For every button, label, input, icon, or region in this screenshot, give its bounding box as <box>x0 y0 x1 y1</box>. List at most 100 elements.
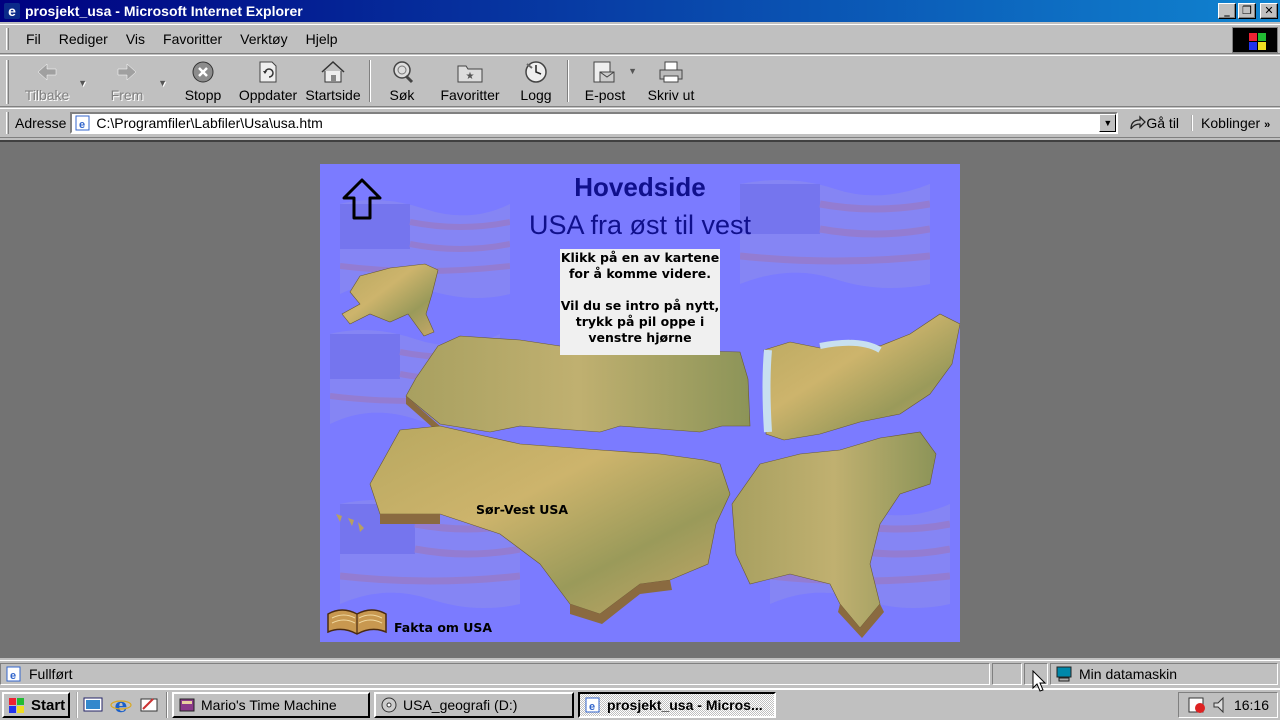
security-zone-pane: Min datamaskin <box>1050 662 1278 685</box>
windows-logo-icon <box>1232 27 1278 53</box>
computer-icon <box>1056 666 1072 681</box>
book-app-icon <box>179 698 195 712</box>
back-button[interactable]: Tilbake ▼ <box>17 56 87 106</box>
window-title-bar[interactable]: e prosjekt_usa - Microsoft Internet Expl… <box>0 0 1280 22</box>
favorites-folder-icon: ★ <box>457 60 483 84</box>
show-desktop-icon[interactable] <box>82 694 104 716</box>
toolbar-separator <box>369 60 371 102</box>
back-dropdown-icon[interactable]: ▼ <box>78 78 87 88</box>
restore-button[interactable]: ❐ <box>1238 3 1256 19</box>
instruction-text-1: Klikk på en av kartene for å komme vider… <box>560 250 720 281</box>
links-button[interactable]: Koblinger » <box>1191 115 1270 131</box>
print-button[interactable]: Skriv ut <box>641 56 701 106</box>
book-icon <box>327 609 387 635</box>
region-label-southwest[interactable]: Sør-Vest USA <box>476 502 568 517</box>
forward-dropdown-icon[interactable]: ▼ <box>158 78 167 88</box>
page-heading: Hovedside <box>574 172 706 202</box>
address-bar: Adresse e C:\Programfiler\Labfiler\Usa\u… <box>0 108 1280 138</box>
menu-bar: Fil Rediger Vis Favoritter Verktøy Hjelp <box>0 24 1280 54</box>
chevron-right-icon: » <box>1264 119 1271 131</box>
back-arrow-icon <box>34 60 60 84</box>
address-label: Adresse <box>15 115 67 131</box>
history-button[interactable]: Logg <box>511 56 561 106</box>
stop-button[interactable]: Stopp <box>175 56 231 106</box>
status-bar: e Fullført Min datamaskin <box>0 660 1280 686</box>
page-stage: Hovedside USA fra øst til vest Klikk på … <box>320 164 960 642</box>
toolbar-grip[interactable] <box>6 28 9 50</box>
instruction-text-2: Vil du se intro på nytt, trykk på pil op… <box>560 298 720 345</box>
forward-button[interactable]: Frem ▼ <box>97 56 167 106</box>
svg-text:e: e <box>589 701 595 713</box>
cd-drive-icon <box>381 697 397 713</box>
refresh-icon <box>255 60 281 84</box>
address-dropdown-icon[interactable]: ▼ <box>1099 114 1117 132</box>
mail-dropdown-icon[interactable]: ▼ <box>628 66 637 76</box>
menu-help[interactable]: Hjelp <box>297 31 347 47</box>
outlook-express-icon[interactable] <box>138 694 160 716</box>
refresh-button[interactable]: Oppdater <box>237 56 299 106</box>
mail-button[interactable]: E-post ▼ <box>575 56 637 106</box>
svg-text:e: e <box>115 695 128 715</box>
page-icon: e <box>75 115 90 131</box>
menu-favorites[interactable]: Favoritter <box>154 31 231 47</box>
volume-icon[interactable] <box>1212 696 1228 714</box>
printer-icon <box>658 60 684 84</box>
svg-text:★: ★ <box>466 71 475 82</box>
facts-link[interactable]: Fakta om USA <box>394 620 492 635</box>
favorites-button[interactable]: ★ Favoritter <box>435 56 505 106</box>
go-button[interactable]: Gå til <box>1128 115 1179 131</box>
mouse-cursor-icon <box>1032 670 1046 692</box>
ie-icon: e <box>4 3 20 19</box>
search-icon <box>389 60 415 84</box>
search-button[interactable]: Søk <box>377 56 427 106</box>
internet-explorer-icon[interactable]: e <box>110 694 132 716</box>
toolbar-grip[interactable] <box>6 112 9 134</box>
minimize-button[interactable]: _ <box>1218 3 1236 19</box>
instruction-box: Klikk på en av kartene for å komme vider… <box>560 249 720 355</box>
toolbar-separator <box>567 60 569 102</box>
status-text: Fullført <box>29 665 73 682</box>
windows-flag-icon <box>7 696 27 714</box>
taskbar: Start e Mario's Time Machine USA_geograf… <box>0 688 1280 720</box>
svg-text:e: e <box>79 119 85 131</box>
start-button[interactable]: Start <box>2 692 70 718</box>
scheduler-icon[interactable] <box>1188 696 1206 714</box>
page-subheading: USA fra øst til vest <box>528 210 752 240</box>
svg-text:e: e <box>10 670 16 682</box>
ie-page-icon: e <box>585 697 600 713</box>
task-marios-time-machine[interactable]: Mario's Time Machine <box>172 692 370 718</box>
quick-launch: e <box>76 692 160 718</box>
home-icon <box>320 60 346 84</box>
menu-edit[interactable]: Rediger <box>50 31 117 47</box>
system-tray: 16:16 <box>1178 692 1278 718</box>
task-usa-geografi[interactable]: USA_geografi (D:) <box>374 692 574 718</box>
map-northeast[interactable] <box>763 313 960 441</box>
toolbar-grip[interactable] <box>6 60 9 104</box>
map-southeast[interactable] <box>731 431 937 629</box>
status-pane-empty <box>992 662 1022 685</box>
close-button[interactable]: ✕ <box>1260 3 1278 19</box>
standard-toolbar: Tilbake ▼ Frem ▼ Stopp Oppdater Startsid… <box>0 55 1280 107</box>
map-alaska[interactable] <box>341 263 439 337</box>
security-zone: Min datamaskin <box>1079 665 1178 682</box>
forward-arrow-icon <box>114 60 140 84</box>
clock[interactable]: 16:16 <box>1234 697 1269 713</box>
go-arrow-icon <box>1130 115 1147 130</box>
stop-icon <box>190 60 216 84</box>
history-icon <box>523 60 549 84</box>
page-done-icon: e <box>6 666 21 682</box>
taskbar-separator <box>166 692 168 718</box>
home-button[interactable]: Startside <box>303 56 363 106</box>
status-text-pane: e Fullført <box>0 662 990 685</box>
task-prosjekt-usa[interactable]: e prosjekt_usa - Micros... <box>578 692 776 718</box>
menu-file[interactable]: Fil <box>17 31 50 47</box>
map-hawaii[interactable] <box>336 514 364 532</box>
mail-icon <box>592 60 618 84</box>
menu-tools[interactable]: Verktøy <box>231 31 296 47</box>
address-url: C:\Programfiler\Labfiler\Usa\usa.htm <box>96 115 323 131</box>
facts-book-button[interactable] <box>326 602 388 638</box>
menu-view[interactable]: Vis <box>117 31 154 47</box>
window-title: prosjekt_usa - Microsoft Internet Explor… <box>25 3 303 19</box>
address-input[interactable]: e C:\Programfiler\Labfiler\Usa\usa.htm ▼ <box>70 112 1119 134</box>
browser-content: Hovedside USA fra øst til vest Klikk på … <box>0 140 1280 658</box>
